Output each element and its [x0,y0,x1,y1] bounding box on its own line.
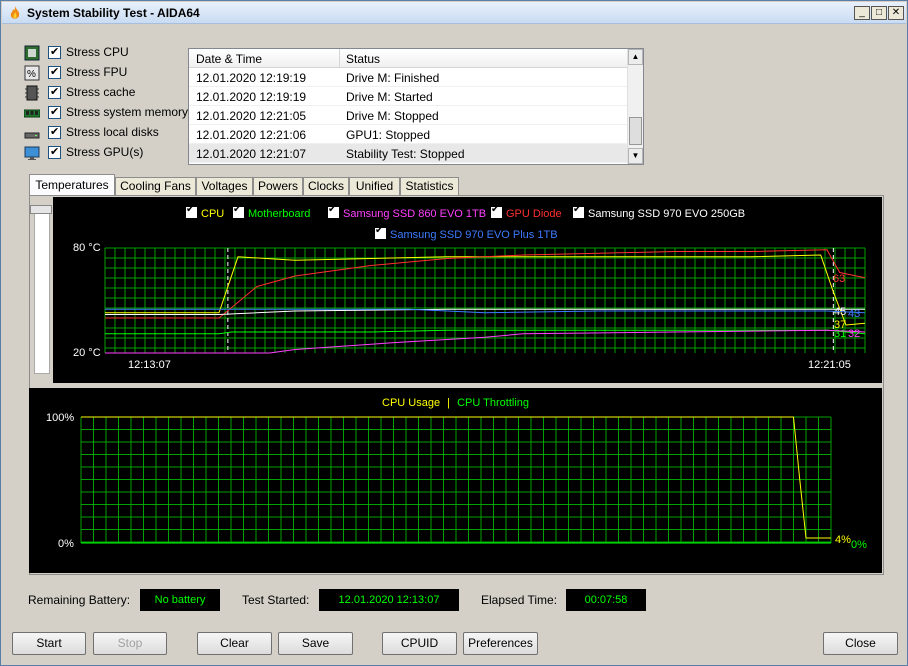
cpu-chip-icon [24,45,40,61]
usage-current-cpu-usage: 4% [835,534,851,546]
temperature-graph: CPU Motherboard Samsung SSD 860 EVO 1TB … [53,197,882,383]
history-slider-thumb[interactable] [30,205,52,214]
aida64-flame-icon [10,6,20,19]
stress-cpu-label: Stress CPU [66,45,129,59]
title-bar[interactable]: System Stability Test - AIDA64 _ □ ✕ [2,2,906,24]
stress-fpu-option[interactable]: % Stress FPU [24,65,194,83]
stress-cache-checkbox[interactable] [48,85,61,99]
tab-unified[interactable]: Unified [349,177,400,196]
elapsed-time-label: Elapsed Time: [481,593,558,607]
stop-button[interactable]: Stop [93,632,167,655]
stress-cache-label: Stress cache [66,85,136,99]
stress-disks-option[interactable]: Stress local disks [24,125,194,143]
history-slider-track[interactable] [34,206,50,374]
clear-button[interactable]: Clear [197,632,272,655]
temp-current-samsung-ssd-970-evo-plus-1tb: 43 [848,308,860,320]
monitor-icon [24,146,40,160]
log-header: Date & Time Status [189,49,629,68]
test-started-value: 12.01.2020 12:13:07 [319,589,459,611]
hard-disk-icon [24,132,40,139]
stress-disks-checkbox[interactable] [48,125,61,139]
event-log-list[interactable]: Date & Time Status 12.01.2020 12:19:19 D… [188,48,644,165]
column-datetime[interactable]: Date & Time [196,52,262,66]
stress-disks-label: Stress local disks [66,125,159,139]
minimize-button[interactable]: _ [854,6,870,20]
log-row[interactable]: 12.01.2020 12:21:06 GPU1: Stopped [189,125,629,144]
stress-cpu-option[interactable]: Stress CPU [24,45,194,63]
stress-fpu-checkbox[interactable] [48,65,61,79]
elapsed-time-value: 00:07:58 [566,589,646,611]
stress-gpu-option[interactable]: Stress GPU(s) [24,145,194,163]
column-status[interactable]: Status [346,52,380,66]
tab-powers[interactable]: Powers [253,177,303,196]
save-button[interactable]: Save [278,632,353,655]
battery-value: No battery [140,589,220,611]
cpuid-button[interactable]: CPUID [382,632,457,655]
window-title: System Stability Test - AIDA64 [27,6,200,20]
preferences-button[interactable]: Preferences [463,632,538,655]
fpu-icon: % [24,65,40,81]
stress-gpu-label: Stress GPU(s) [66,145,144,159]
cpu-usage-graph: CPU Usage | CPU Throttling 100% 0% 4% 0% [29,388,882,573]
cache-icon [25,85,39,101]
stress-cpu-checkbox[interactable] [48,45,61,59]
scroll-thumb[interactable] [629,117,642,145]
battery-label: Remaining Battery: [28,593,131,607]
tab-clocks[interactable]: Clocks [303,177,349,196]
temp-current-samsung-ssd-860-evo-1tb: 32 [848,328,860,340]
usage-grid [80,416,832,543]
memory-module-icon [24,109,40,118]
stress-cache-option[interactable]: Stress cache [24,85,194,103]
log-row[interactable]: 12.01.2020 12:19:19 Drive M: Started [189,87,629,106]
test-started-label: Test Started: [242,593,310,607]
tab-cooling-fans[interactable]: Cooling Fans [115,177,196,196]
app-window: System Stability Test - AIDA64 _ □ ✕ Str… [0,0,908,666]
scroll-down-icon[interactable]: ▼ [628,148,643,164]
stress-fpu-label: Stress FPU [66,65,128,79]
log-row-selected[interactable]: 12.01.2020 12:21:07 Stability Test: Stop… [189,144,629,163]
stress-memory-checkbox[interactable] [48,105,61,119]
cpu-usage-plot: 4% 0% [80,416,867,551]
start-button[interactable]: Start [12,632,86,655]
close-button[interactable]: Close [823,632,898,655]
log-scrollbar[interactable]: ▲ ▼ [627,49,643,164]
temp-current-motherboard: 31 [834,328,846,340]
stress-gpu-checkbox[interactable] [48,145,61,159]
stress-memory-label: Stress system memory [66,105,189,119]
log-row[interactable]: 12.01.2020 12:21:05 Drive M: Stopped [189,106,629,125]
tab-temperatures[interactable]: Temperatures [29,174,115,196]
stress-memory-option[interactable]: Stress system memory [24,105,194,123]
scroll-up-icon[interactable]: ▲ [628,49,643,65]
log-row[interactable]: 12.01.2020 12:19:19 Drive M: Finished [189,68,629,87]
temperature-plot: 3731 326345 43 [104,247,866,354]
svg-text:%: % [27,69,36,80]
maximize-button[interactable]: □ [871,6,887,20]
usage-current-cpu-throttling: 0% [851,539,867,551]
tab-voltages[interactable]: Voltages [196,177,253,196]
temp-current-gpu-diode: 63 [833,273,845,285]
close-window-button[interactable]: ✕ [888,6,904,20]
tab-statistics[interactable]: Statistics [400,177,459,196]
